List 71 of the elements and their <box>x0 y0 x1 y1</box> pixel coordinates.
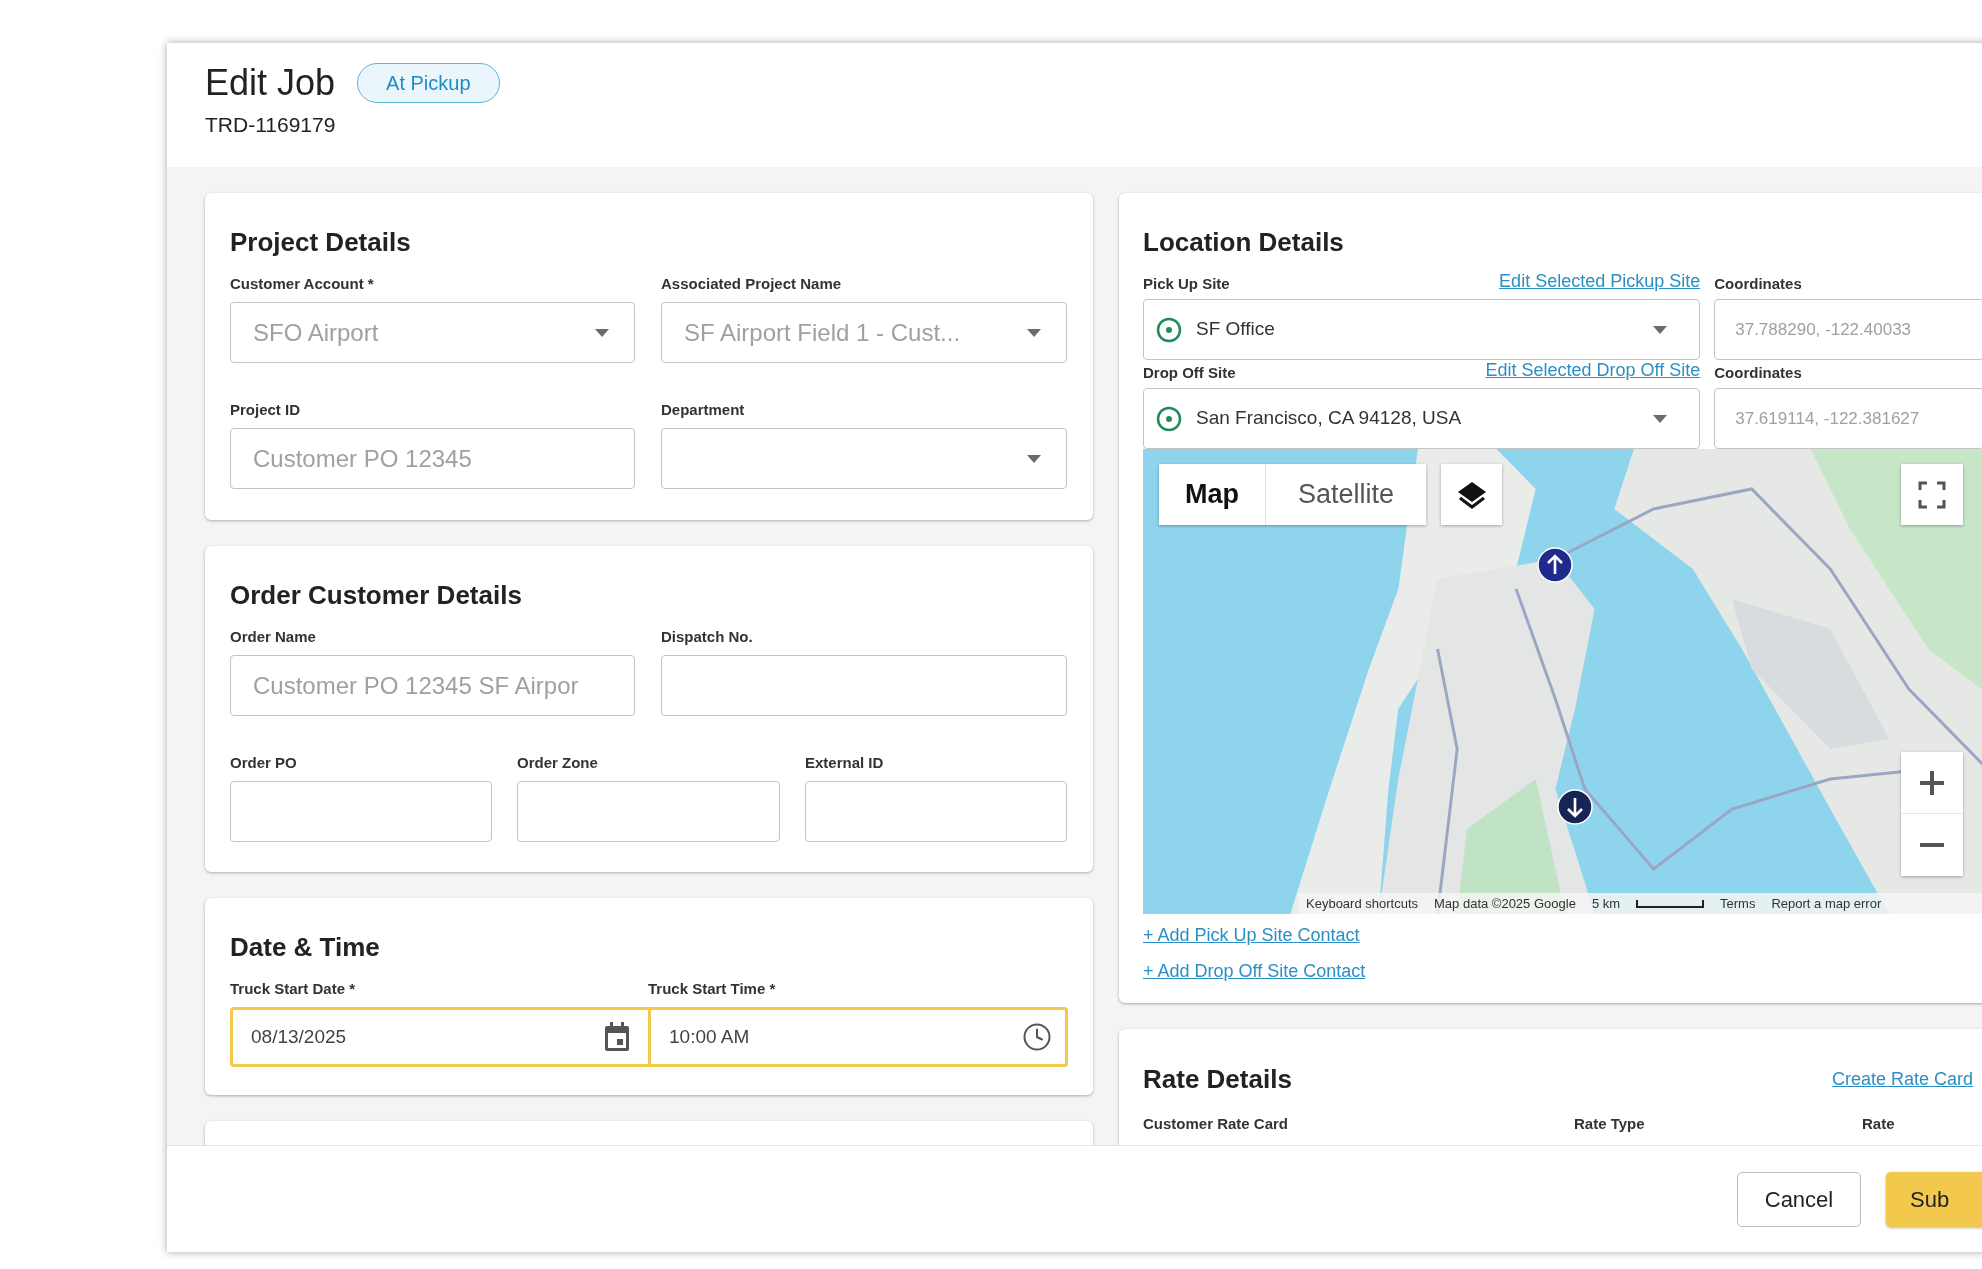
field-label: Truck Start Date * <box>230 980 357 998</box>
map-type-tab[interactable]: Satellite <box>1265 464 1427 525</box>
input-field[interactable] <box>517 781 780 842</box>
column-header: Rate <box>1862 1114 1896 1134</box>
input-field[interactable]: Customer PO 12345 SF Airpor <box>230 655 635 716</box>
location-target-icon <box>1156 316 1182 343</box>
time-field[interactable]: 10:00 AM <box>651 1010 1070 1064</box>
field-label: Customer Account * <box>230 275 375 293</box>
cancel-button[interactable]: Cancel <box>1737 1171 1861 1227</box>
status-badge: At Pickup <box>357 63 500 103</box>
select-field[interactable] <box>661 428 1067 489</box>
map-link[interactable]: Terms <box>1720 893 1756 914</box>
submit-button[interactable]: Sub <box>1886 1171 1982 1227</box>
map-type-tab[interactable]: Map <box>1159 464 1265 525</box>
field-label: Order Name <box>230 628 317 646</box>
section-title: Location Details <box>1143 226 1345 258</box>
input-field[interactable] <box>661 655 1067 716</box>
map[interactable]: Map Satellite Keyboard shortcuts Map data ©2025 Google 5 km Terms Report a map error <box>1143 449 1982 914</box>
field-label: Pick Up Site <box>1143 273 1230 294</box>
down-arrow-pin-icon[interactable] <box>1557 789 1593 825</box>
section-title: Date & Time <box>230 931 381 963</box>
add-contact-link[interactable]: + Add Drop Off Site Contact <box>1143 958 1366 985</box>
up-arrow-pin-icon[interactable] <box>1537 547 1573 583</box>
field-label: Project ID <box>230 401 302 419</box>
dropdown-caret-icon <box>1027 455 1041 463</box>
map-attribution-text: Keyboard shortcuts <box>1306 894 1418 913</box>
select-field[interactable]: SFO Airport <box>230 302 635 363</box>
column-header: Customer Rate Card <box>1143 1114 1290 1134</box>
plus-icon <box>1918 768 1946 797</box>
field-label: Order Zone <box>517 754 599 772</box>
fullscreen-button[interactable] <box>1901 464 1963 525</box>
section-title: Order Customer Details <box>230 579 523 611</box>
edit-site-link[interactable]: Edit Selected Drop Off Site <box>1485 357 1701 384</box>
input-field[interactable]: Customer PO 12345 <box>230 428 635 489</box>
field-label: Truck Start Time * <box>648 980 777 998</box>
dialog-title: Edit Job <box>205 61 336 105</box>
dropdown-caret-icon <box>595 329 609 337</box>
edit-site-link[interactable]: Edit Selected Pickup Site <box>1499 268 1701 295</box>
location-target-icon <box>1156 405 1182 432</box>
site-select-field[interactable]: SF Office <box>1143 299 1701 360</box>
calendar-icon[interactable] <box>604 1022 630 1052</box>
fullscreen-icon <box>1918 480 1946 509</box>
section-title: Rate Details <box>1143 1063 1292 1095</box>
date-field[interactable]: 08/13/2025 <box>233 1010 651 1064</box>
layers-button[interactable] <box>1441 464 1502 525</box>
field-label: Coordinates <box>1714 362 1802 383</box>
select-field[interactable]: SF Airport Field 1 - Cust... <box>661 302 1067 363</box>
add-contact-link[interactable]: + Add Pick Up Site Contact <box>1143 922 1360 949</box>
input-field[interactable] <box>805 781 1067 842</box>
field-label: Order PO <box>230 754 298 772</box>
field-label: Associated Project Name <box>661 275 843 293</box>
column-header: Rate Type <box>1574 1114 1646 1134</box>
field-label: Drop Off Site <box>1143 362 1236 383</box>
dropdown-caret-icon <box>1653 325 1668 334</box>
create-rate-card-link[interactable]: Create Rate Card <box>1831 1065 1973 1093</box>
dropdown-caret-icon <box>1653 414 1668 423</box>
field-label: Coordinates <box>1714 273 1802 294</box>
map-link[interactable]: Report a map error <box>1771 893 1882 914</box>
input-field[interactable] <box>230 781 492 842</box>
field-label: Dispatch No. <box>661 628 754 646</box>
field-label: External ID <box>805 754 885 772</box>
dropdown-caret-icon <box>1027 329 1041 337</box>
section-title: Project Details <box>230 226 412 258</box>
site-select-field[interactable]: San Francisco, CA 94128, USA <box>1143 388 1701 449</box>
clock-icon[interactable] <box>1022 1022 1052 1052</box>
job-id: TRD-1169179 <box>205 112 337 138</box>
field-label: Department <box>661 401 746 419</box>
map-scale: 5 km <box>1591 894 1621 913</box>
minus-icon <box>1918 842 1946 848</box>
scale-bar-icon <box>1636 899 1705 908</box>
map-attribution-text: Map data ©2025 Google <box>1434 894 1576 913</box>
